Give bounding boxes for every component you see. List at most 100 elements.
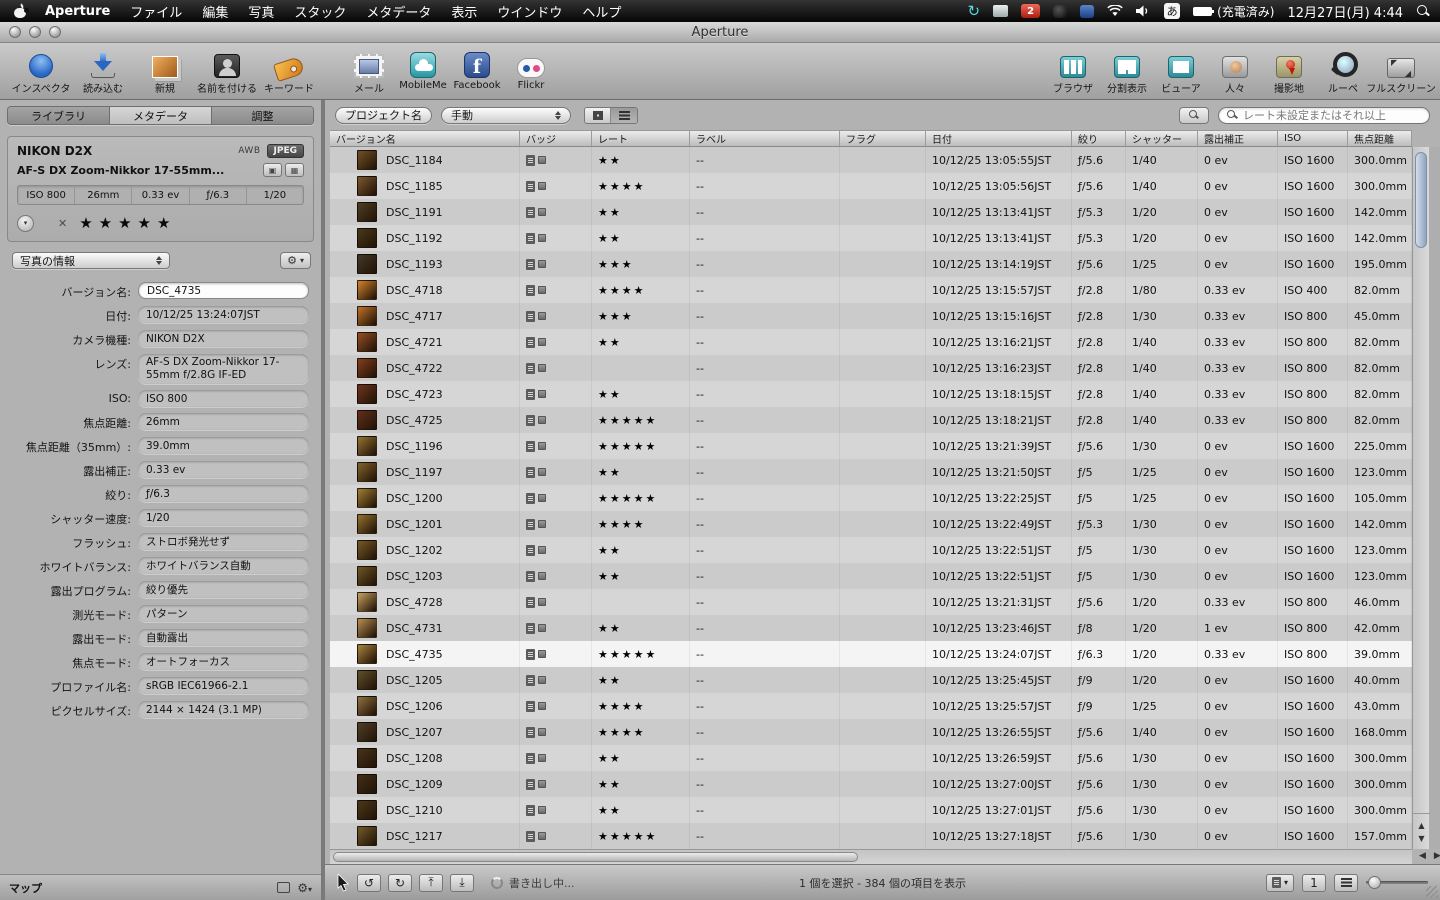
inspector-tab-1[interactable]: メタデータ (110, 107, 212, 124)
metadata-field-value[interactable]: ISO 800 (138, 390, 309, 407)
sync-icon[interactable]: ↻ (967, 2, 980, 20)
photo-row[interactable]: DSC_4718★★★★--10/12/25 13:15:57JSTƒ/2.81… (330, 277, 1412, 303)
column-header-name[interactable]: バージョン名 (330, 131, 520, 146)
primary-only-button[interactable]: 1 (1302, 874, 1326, 892)
pointer-tool-icon[interactable] (337, 874, 350, 892)
mail-icon[interactable]: 2 (1021, 4, 1040, 18)
column-header-badge[interactable]: バッジ (520, 131, 592, 146)
column-header-shutter[interactable]: シャッター (1126, 131, 1198, 146)
menu-item-5[interactable]: 表示 (441, 2, 487, 21)
photo-row[interactable]: DSC_1202★★--10/12/25 13:22:51JSTƒ/51/300… (330, 537, 1412, 563)
metadata-field-value[interactable]: パターン (138, 605, 309, 622)
project-name-button[interactable]: プロジェクト名 (335, 107, 432, 124)
metadata-field-value[interactable]: 2144 × 1424 (3.1 MP) (138, 701, 309, 718)
photo-row[interactable]: DSC_1209★★--10/12/25 13:27:00JSTƒ/5.61/3… (330, 771, 1412, 797)
menu-item-7[interactable]: ヘルプ (572, 2, 631, 21)
stamp-tool-button[interactable]: ⤓ (450, 874, 474, 892)
metadata-field-value[interactable]: 10/12/25 13:24:07JST (138, 306, 309, 323)
split-view-button[interactable]: 分割表示 (1100, 47, 1154, 95)
vertical-scrollbar[interactable]: ▲▼ (1412, 147, 1429, 849)
photo-row[interactable]: DSC_1192★★--10/12/25 13:13:41JSTƒ/5.31/2… (330, 225, 1412, 251)
rotate-left-button[interactable]: ↺ (357, 874, 381, 892)
vertical-scroll-arrows[interactable]: ▲▼ (1413, 813, 1430, 849)
photo-row[interactable]: DSC_1205★★--10/12/25 13:25:45JSTƒ/91/200… (330, 667, 1412, 693)
column-header-flag[interactable]: フラグ (840, 131, 926, 146)
search-field[interactable]: レート未設定またはそれ以上 (1218, 107, 1430, 124)
browser-view-button[interactable]: ブラウザ (1046, 47, 1100, 95)
metadata-field-value[interactable]: ホワイトバランス自動 (138, 557, 309, 574)
metadata-field-value[interactable]: オートフォーカス (138, 653, 309, 670)
rating-stars[interactable]: ★★★★★ (79, 216, 176, 231)
photo-row[interactable]: DSC_4725★★★★★--10/12/25 13:18:21JSTƒ/2.8… (330, 407, 1412, 433)
metadata-field-value[interactable]: sRGB IEC61966-2.1 (138, 677, 309, 694)
menu-item-2[interactable]: 写真 (238, 2, 284, 21)
title-bar[interactable]: Aperture (0, 22, 1440, 43)
inspector-tab-0[interactable]: ライブラリ (8, 107, 110, 124)
metadata-field-value[interactable]: DSC_4735 (138, 282, 309, 299)
metadata-grid-button[interactable]: ▦ (285, 163, 304, 177)
photo-row[interactable]: DSC_4723★★--10/12/25 13:18:15JSTƒ/2.81/4… (330, 381, 1412, 407)
faces-button[interactable]: 人々 (1208, 47, 1262, 95)
photo-row[interactable]: DSC_1203★★--10/12/25 13:22:51JSTƒ/51/300… (330, 563, 1412, 589)
photo-row[interactable]: DSC_1193★★★--10/12/25 13:14:19JSTƒ/5.61/… (330, 251, 1412, 277)
photo-row[interactable]: DSC_1201★★★★--10/12/25 13:22:49JSTƒ/5.31… (330, 511, 1412, 537)
menu-item-0[interactable]: ファイル (120, 2, 192, 21)
column-header-ev[interactable]: 露出補正 (1198, 131, 1278, 146)
metadata-field-value[interactable]: 絞り優先 (138, 581, 309, 598)
viewer-button[interactable]: ビューア (1154, 47, 1208, 95)
photo-row[interactable]: DSC_4721★★--10/12/25 13:16:21JSTƒ/2.81/4… (330, 329, 1412, 355)
inspector-tab-2[interactable]: 調整 (212, 107, 313, 124)
volume-icon[interactable] (1136, 5, 1151, 17)
filter-button[interactable] (1179, 107, 1209, 124)
facebook-button[interactable]: Facebook (450, 47, 504, 91)
loupe-button[interactable]: ルーペ (1316, 47, 1370, 95)
minimize-button[interactable] (29, 26, 41, 38)
photo-row[interactable]: DSC_1207★★★★--10/12/25 13:26:55JSTƒ/5.61… (330, 719, 1412, 745)
photo-row[interactable]: DSC_1208★★--10/12/25 13:26:59JSTƒ/5.61/3… (330, 745, 1412, 771)
app-menu[interactable]: Aperture (35, 4, 120, 19)
photo-row[interactable]: DSC_1206★★★★--10/12/25 13:25:57JSTƒ/91/2… (330, 693, 1412, 719)
new-button[interactable]: 新規 (134, 47, 196, 95)
column-header-aperture[interactable]: 絞り (1072, 131, 1126, 146)
spotlight-icon[interactable] (1416, 4, 1430, 18)
column-header-focal[interactable]: 焦点距離 (1348, 131, 1412, 146)
import-button[interactable]: 読み込む (72, 47, 134, 95)
column-header-date[interactable]: 日付 (926, 131, 1072, 146)
photo-row[interactable]: DSC_1217★★★★★--10/12/25 13:27:18JSTƒ/5.6… (330, 823, 1412, 849)
horizontal-scroll-arrows[interactable]: ◀▶ (1419, 851, 1440, 861)
column-header-rating[interactable]: レート (592, 131, 690, 146)
metadata-field-value[interactable]: 1/20 (138, 509, 309, 526)
mobileme-button[interactable]: MobileMe (396, 47, 450, 91)
vertical-scroll-thumb[interactable] (1415, 152, 1427, 248)
wifi-icon[interactable] (1107, 5, 1123, 17)
metadata-field-value[interactable]: ストロボ発光せず (138, 533, 309, 550)
display-icon[interactable] (993, 5, 1008, 17)
metadata-field-value[interactable]: 0.33 ev (138, 461, 309, 478)
column-header-label[interactable]: ラベル (690, 131, 840, 146)
lift-tool-button[interactable]: ⤒ (419, 874, 443, 892)
mail-share-button[interactable]: メール (342, 47, 396, 95)
photo-row[interactable]: DSC_4717★★★--10/12/25 13:15:16JSTƒ/2.81/… (330, 303, 1412, 329)
menu-item-4[interactable]: メタデータ (356, 2, 441, 21)
fullscreen-button[interactable]: フルスクリーン (1370, 47, 1432, 95)
menubar-app-icon-blue[interactable] (1080, 5, 1094, 18)
metadata-action-button[interactable]: ⚙▾ (280, 252, 311, 269)
camera-detail-button[interactable]: ▣ (263, 163, 282, 177)
viewer-mode-button[interactable] (1334, 874, 1358, 892)
menu-item-3[interactable]: スタック (284, 2, 356, 21)
photo-row[interactable]: DSC_1184★★--10/12/25 13:05:55JSTƒ/5.61/4… (330, 147, 1412, 173)
name-button[interactable]: 名前を付ける (196, 47, 258, 95)
sort-dropdown[interactable]: 手動 (441, 107, 571, 124)
metadata-field-value[interactable]: AF-S DX Zoom-Nikkor 17-55mm f/2.8G IF-ED (138, 354, 309, 384)
map-gear-icon[interactable]: ⚙▾ (297, 881, 312, 895)
metadata-field-value[interactable]: 39.0mm (138, 437, 309, 454)
places-button[interactable]: 撮影地 (1262, 47, 1316, 95)
metadata-view-dropdown[interactable]: 写真の情報 (12, 252, 170, 269)
photo-row[interactable]: DSC_1200★★★★★--10/12/25 13:22:25JSTƒ/51/… (330, 485, 1412, 511)
menu-item-1[interactable]: 編集 (192, 2, 238, 21)
apple-menu-icon[interactable] (14, 4, 27, 18)
slider-knob[interactable] (1368, 876, 1381, 889)
badge-filter-button[interactable]: ▾ (1266, 874, 1294, 892)
photo-row[interactable]: DSC_1185★★★★--10/12/25 13:05:56JSTƒ/5.61… (330, 173, 1412, 199)
photo-row[interactable]: DSC_4728--10/12/25 13:21:31JSTƒ/5.61/200… (330, 589, 1412, 615)
